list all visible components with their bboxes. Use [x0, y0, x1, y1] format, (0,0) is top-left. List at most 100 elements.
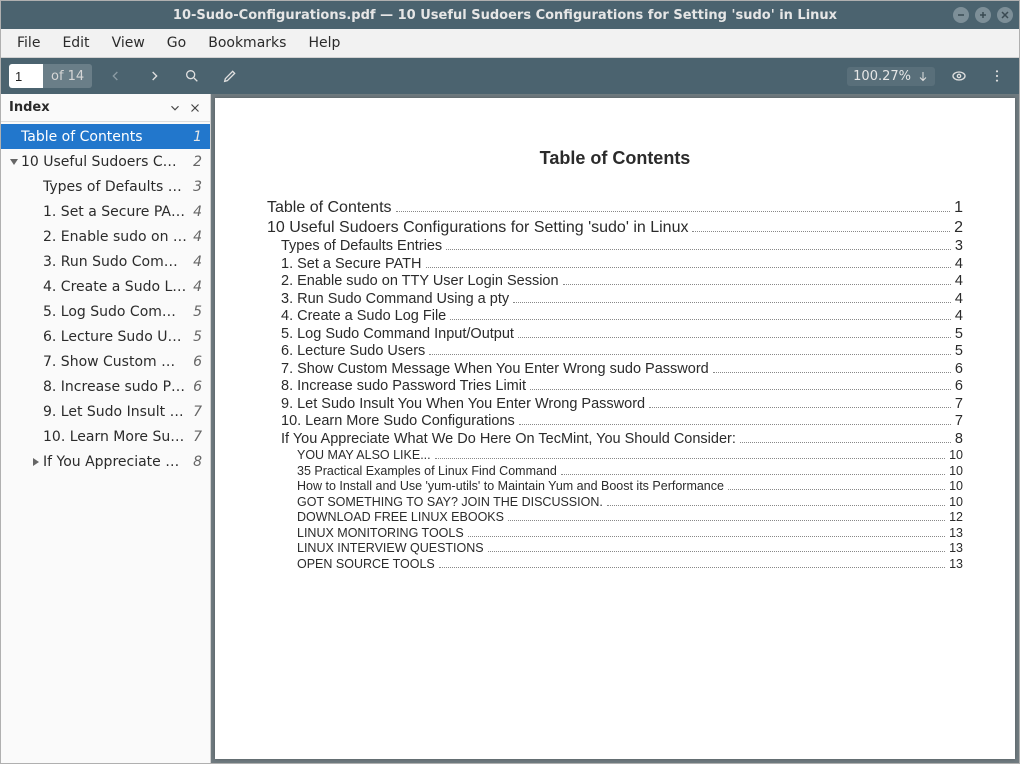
- page-title: Table of Contents: [267, 148, 963, 169]
- toc-entry[interactable]: Types of Defaults Entries3: [267, 238, 963, 254]
- toc-entry[interactable]: 4. Create a Sudo Log File4: [267, 308, 963, 324]
- outline-item-label: 3. Run Sudo Com…: [43, 254, 187, 270]
- toc-entry[interactable]: 7. Show Custom Message When You Enter Wr…: [267, 361, 963, 377]
- outline-item[interactable]: 5. Log Sudo Com…5: [1, 299, 210, 324]
- toc-leader: [518, 337, 951, 338]
- menu-edit[interactable]: Edit: [52, 31, 99, 55]
- outline-item[interactable]: 2. Enable sudo on …4: [1, 224, 210, 249]
- toc-entry[interactable]: 35 Practical Examples of Linux Find Comm…: [267, 464, 963, 478]
- toc-entry[interactable]: How to Install and Use 'yum-utils' to Ma…: [267, 479, 963, 493]
- view-options-button[interactable]: [945, 62, 973, 90]
- page-number-input[interactable]: [9, 64, 43, 88]
- toc-entry-page: 10: [949, 495, 963, 509]
- toc-entry[interactable]: 2. Enable sudo on TTY User Login Session…: [267, 273, 963, 289]
- toc-leader: [563, 284, 951, 285]
- toc-entry[interactable]: LINUX MONITORING TOOLS13: [267, 526, 963, 540]
- toc-entry-title: If You Appreciate What We Do Here On Tec…: [281, 431, 736, 447]
- toc-entry-page: 7: [955, 413, 963, 429]
- outline-item[interactable]: 1. Set a Secure PA…4: [1, 199, 210, 224]
- toc-entry-title: Table of Contents: [267, 199, 392, 217]
- toc-leader: [740, 442, 951, 443]
- outline-item[interactable]: Types of Defaults …3: [1, 174, 210, 199]
- outline-item-label: 10. Learn More Su…: [43, 429, 187, 445]
- outline-item-page: 4: [187, 254, 202, 270]
- toolbar: of 14 100.27%: [1, 58, 1019, 94]
- chevron-down-icon[interactable]: [168, 101, 182, 115]
- toc-leader: [446, 249, 951, 250]
- zoom-selector[interactable]: 100.27%: [847, 67, 935, 86]
- toc-entry-page: 7: [955, 396, 963, 412]
- outline-item[interactable]: Table of Contents1: [1, 124, 210, 149]
- outline-item[interactable]: 10 Useful Sudoers C…2: [1, 149, 210, 174]
- page-canvas: Table of Contents Table of Contents 1 10 U…: [215, 98, 1015, 759]
- menu-bookmarks[interactable]: Bookmarks: [198, 31, 296, 55]
- toc-leader: [561, 474, 945, 475]
- menu-help[interactable]: Help: [298, 31, 350, 55]
- expander-icon[interactable]: [29, 457, 43, 467]
- toc-list: Table of Contents 1 10 Useful Sudoers Conf…: [267, 199, 963, 571]
- zoom-label: 100.27%: [853, 69, 911, 84]
- prev-page-button[interactable]: [102, 62, 130, 90]
- outline-item[interactable]: 9. Let Sudo Insult …7: [1, 399, 210, 424]
- document-area[interactable]: Table of Contents Table of Contents 1 10 U…: [211, 94, 1019, 763]
- toc-entry-page: 4: [955, 291, 963, 307]
- maximize-button[interactable]: [975, 7, 991, 23]
- outline-item-label: 10 Useful Sudoers C…: [21, 154, 187, 170]
- toc-entry[interactable]: 6. Lecture Sudo Users5: [267, 343, 963, 359]
- toc-entry[interactable]: 3. Run Sudo Command Using a pty 4: [267, 291, 963, 307]
- toc-entry-title: DOWNLOAD FREE LINUX EBOOKS: [297, 510, 504, 524]
- toc-leader: [429, 354, 951, 355]
- close-button[interactable]: [997, 7, 1013, 23]
- outline-tree[interactable]: Table of Contents110 Useful Sudoers C…2T…: [1, 122, 210, 763]
- toc-entry-page: 10: [949, 448, 963, 462]
- toc-leader: [713, 372, 951, 373]
- toc-entry-title: 3. Run Sudo Command Using a pty: [281, 291, 509, 307]
- close-icon[interactable]: [188, 101, 202, 115]
- toc-entry-title: 4. Create a Sudo Log File: [281, 308, 446, 324]
- menu-go[interactable]: Go: [157, 31, 196, 55]
- outline-item[interactable]: 3. Run Sudo Com…4: [1, 249, 210, 274]
- toc-entry[interactable]: YOU MAY ALSO LIKE... 10: [267, 448, 963, 462]
- minimize-button[interactable]: [953, 7, 969, 23]
- toc-entry-title: YOU MAY ALSO LIKE...: [297, 448, 431, 462]
- toc-entry[interactable]: LINUX INTERVIEW QUESTIONS13: [267, 541, 963, 555]
- more-button[interactable]: [983, 62, 1011, 90]
- toc-entry-title: 5. Log Sudo Command Input/Output: [281, 326, 514, 342]
- toc-entry[interactable]: If You Appreciate What We Do Here On Tec…: [267, 431, 963, 447]
- outline-item[interactable]: 8. Increase sudo P…6: [1, 374, 210, 399]
- outline-item-page: 4: [187, 204, 202, 220]
- outline-item-label: 7. Show Custom …: [43, 354, 187, 370]
- menu-file[interactable]: File: [7, 31, 50, 55]
- search-button[interactable]: [178, 62, 206, 90]
- toc-entry[interactable]: DOWNLOAD FREE LINUX EBOOKS12: [267, 510, 963, 524]
- outline-item-page: 6: [187, 379, 202, 395]
- outline-item-label: If You Appreciate …: [43, 454, 187, 470]
- outline-item[interactable]: 4. Create a Sudo L…4: [1, 274, 210, 299]
- toc-entry-title: 2. Enable sudo on TTY User Login Session: [281, 273, 559, 289]
- sidebar-header: Index: [1, 94, 210, 122]
- outline-item[interactable]: 10. Learn More Su…7: [1, 424, 210, 449]
- outline-item[interactable]: If You Appreciate …8: [1, 449, 210, 474]
- toc-entry-title: OPEN SOURCE TOOLS: [297, 557, 435, 571]
- toc-entry[interactable]: 10 Useful Sudoers Configurations for Set…: [267, 219, 963, 237]
- window-title: 10-Sudo-Configurations.pdf — 10 Useful S…: [57, 8, 953, 23]
- next-page-button[interactable]: [140, 62, 168, 90]
- toc-entry[interactable]: Table of Contents 1: [267, 199, 963, 217]
- edit-button[interactable]: [216, 62, 244, 90]
- toc-entry[interactable]: 1. Set a Secure PATH4: [267, 256, 963, 272]
- outline-item-label: Table of Contents: [21, 129, 187, 145]
- toc-entry-page: 1: [954, 199, 963, 217]
- toc-entry[interactable]: GOT SOMETHING TO SAY? JOIN THE DISCUSSIO…: [267, 495, 963, 509]
- toc-entry[interactable]: 9. Let Sudo Insult You When You Enter Wr…: [267, 396, 963, 412]
- toc-entry-page: 5: [955, 326, 963, 342]
- menu-view[interactable]: View: [102, 31, 155, 55]
- toc-entry[interactable]: OPEN SOURCE TOOLS13: [267, 557, 963, 571]
- outline-item[interactable]: 6. Lecture Sudo U…5: [1, 324, 210, 349]
- outline-item[interactable]: 7. Show Custom …6: [1, 349, 210, 374]
- toc-entry[interactable]: 5. Log Sudo Command Input/Output 5: [267, 326, 963, 342]
- toc-entry[interactable]: 8. Increase sudo Password Tries Limit6: [267, 378, 963, 394]
- toc-entry-title: 10. Learn More Sudo Configurations: [281, 413, 515, 429]
- expander-icon[interactable]: [7, 157, 21, 167]
- toc-entry[interactable]: 10. Learn More Sudo Configurations 7: [267, 413, 963, 429]
- toc-entry-title: Types of Defaults Entries: [281, 238, 442, 254]
